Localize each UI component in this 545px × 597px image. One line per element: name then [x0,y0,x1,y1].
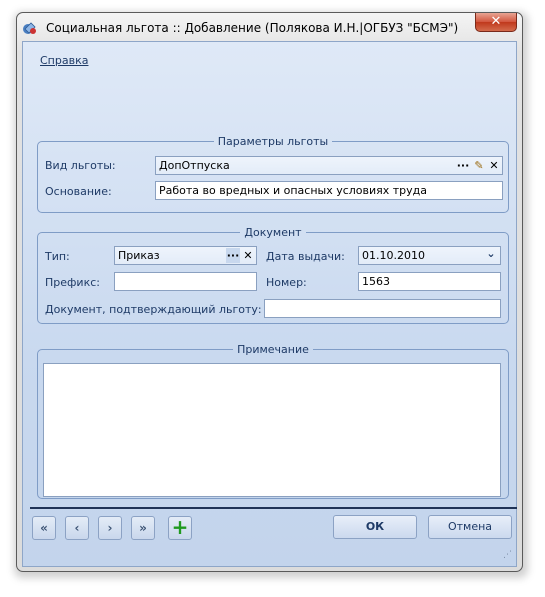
ok-label: ОК [365,520,385,533]
prev-record-button[interactable]: ‹ [65,516,89,540]
dialog-window: Социальная льгота :: Добавление (Поляков… [16,12,523,572]
cancel-button[interactable]: Отмена [428,515,512,539]
issue-date-value: 01.10.2010 [362,249,425,262]
client-area: Справка Параметры льготы Вид льготы: Доп… [22,41,517,567]
chevron-down-icon[interactable]: ⌄ [484,248,498,263]
first-record-button[interactable]: « [32,516,56,540]
footer-separator [30,507,517,509]
next-record-button[interactable]: › [98,516,122,540]
clear-icon[interactable]: ✕ [241,248,255,263]
chevron-left-icon: ‹ [74,521,80,535]
number-field[interactable]: 1563 [358,272,501,291]
double-chevron-right-icon: » [139,521,147,535]
prefix-label: Префикс: [45,276,100,289]
close-icon: ✕ [490,14,502,29]
doc-type-field[interactable]: Приказ ··· ✕ [114,246,257,265]
edit-icon[interactable]: ✎ [472,158,486,173]
benefit-type-label: Вид льготы: [45,159,116,172]
document-legend: Документ [244,226,302,239]
note-legend: Примечание [237,343,309,356]
plus-icon: + [171,515,189,539]
benefit-type-field[interactable]: ДопОтпуска ··· ✎ ✕ [155,156,503,175]
title-bar[interactable]: Социальная льгота :: Добавление (Поляков… [17,13,522,41]
double-chevron-left-icon: « [40,521,48,535]
doc-type-value: Приказ [118,249,160,262]
resize-grip-icon[interactable]: ⋰ [503,551,513,563]
note-textarea[interactable] [43,363,501,497]
number-label: Номер: [266,276,307,289]
number-value: 1563 [362,275,390,288]
add-record-button[interactable]: + [168,516,192,540]
benefit-type-value: ДопОтпуска [159,159,230,172]
confirm-doc-label: Документ, подтверждающий льготу: [45,303,262,316]
clear-icon[interactable]: ✕ [487,158,501,173]
basis-label: Основание: [45,185,112,198]
window-title: Социальная льгота :: Добавление (Поляков… [46,21,459,35]
ellipsis-icon[interactable]: ··· [226,248,240,263]
issue-date-field[interactable]: 01.10.2010 ⌄ [358,246,501,265]
chevron-right-icon: › [107,521,113,535]
ellipsis-icon[interactable]: ··· [456,158,470,173]
close-button[interactable]: ✕ [475,13,517,32]
cancel-label: Отмена [447,520,493,533]
prefix-field[interactable] [114,272,257,291]
issue-date-label: Дата выдачи: [266,250,345,263]
ok-button[interactable]: ОК [333,515,417,539]
menu-help[interactable]: Справка [40,54,88,67]
basis-field[interactable]: Работа во вредных и опасных условиях тру… [155,181,503,200]
benefit-params-legend: Параметры льготы [217,135,329,148]
last-record-button[interactable]: » [131,516,155,540]
doc-type-label: Тип: [45,250,70,263]
basis-value: Работа во вредных и опасных условиях тру… [159,184,428,197]
confirm-doc-field[interactable] [264,299,501,318]
app-icon [23,22,36,34]
